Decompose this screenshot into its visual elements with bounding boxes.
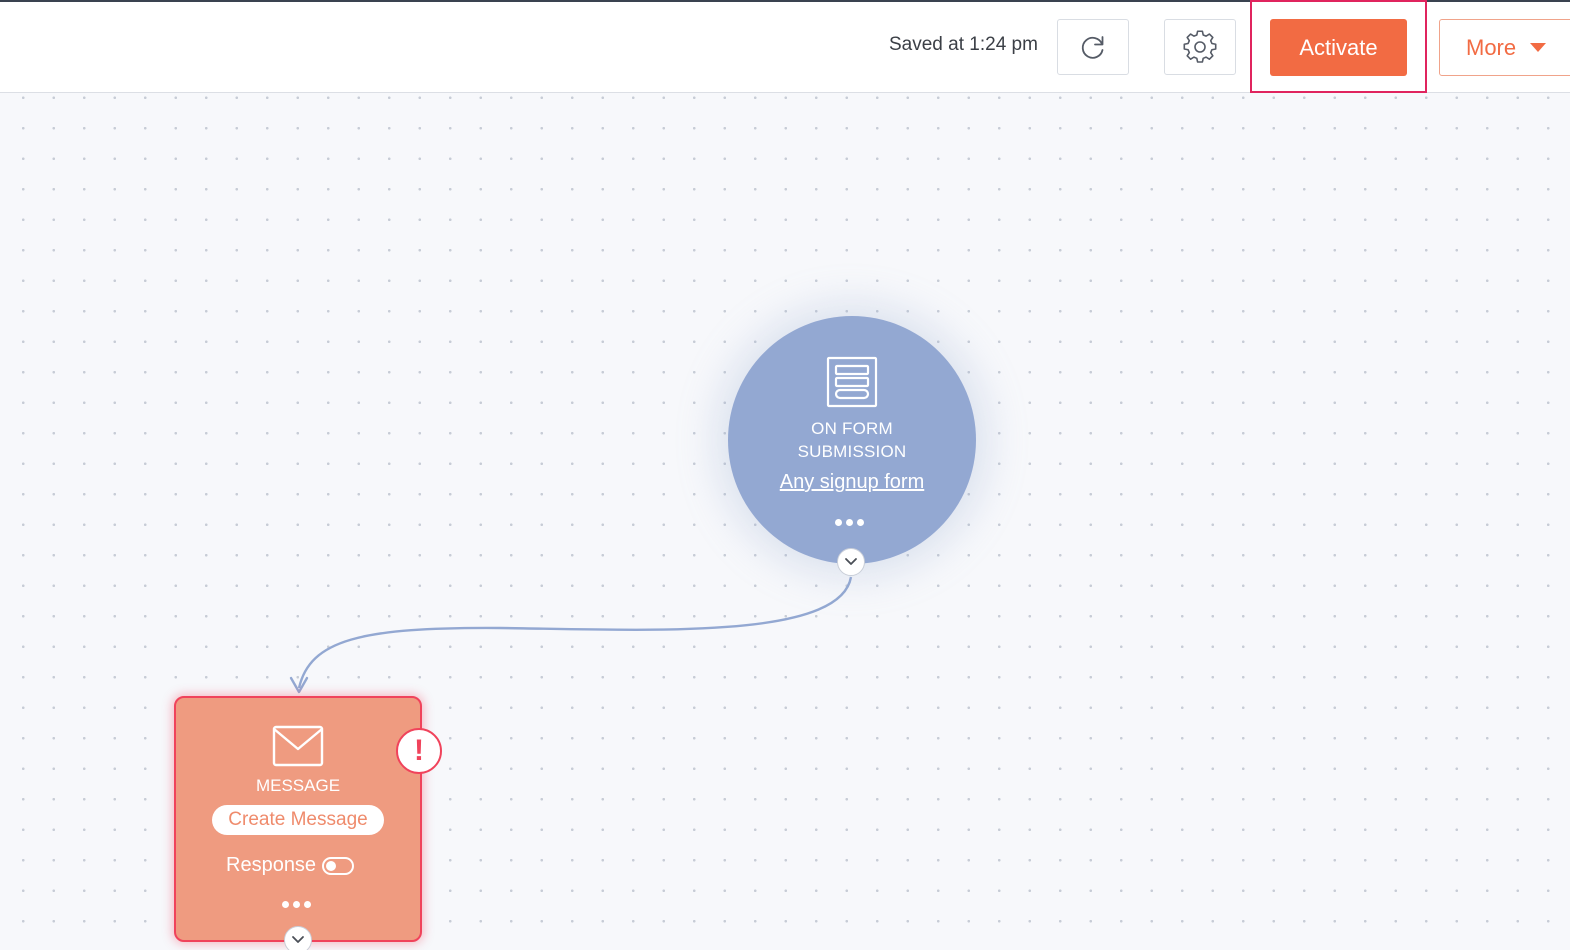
error-alert-icon[interactable]: ! (396, 728, 442, 774)
trigger-expand-button[interactable] (837, 548, 865, 576)
trigger-node[interactable]: ON FORM SUBMISSION Any signup form (728, 316, 976, 564)
more-label: More (1466, 34, 1517, 60)
form-icon (826, 356, 878, 408)
envelope-icon (272, 725, 324, 767)
refresh-icon (1081, 36, 1104, 59)
saved-status: Saved at 1:24 pm (889, 34, 1038, 55)
response-toggle[interactable] (322, 856, 355, 875)
chevron-down-icon (292, 936, 304, 943)
activate-highlight-frame (1250, 0, 1427, 93)
message-expand-button[interactable] (284, 926, 312, 950)
caret-down-icon (1530, 43, 1547, 52)
trigger-title: ON FORM SUBMISSION (797, 419, 907, 461)
message-title: MESSAGE (255, 776, 341, 795)
settings-button[interactable] (1164, 19, 1236, 75)
gear-icon (1183, 30, 1217, 63)
message-more-options-icon[interactable] (282, 901, 311, 908)
refresh-button[interactable] (1057, 19, 1129, 75)
trigger-more-options-icon[interactable] (835, 519, 864, 526)
response-label: Response (226, 854, 317, 876)
message-node[interactable]: MESSAGE Create Message Response (174, 696, 422, 942)
more-dropdown-button[interactable]: More (1439, 19, 1570, 76)
signup-form-link[interactable]: Any signup form (728, 471, 976, 494)
toggle-knob (326, 860, 337, 871)
workflow-editor: Saved at 1:24 pm Activate More ON FORM S… (0, 0, 1570, 950)
chevron-down-icon (845, 558, 857, 565)
create-message-button[interactable]: Create Message (212, 805, 384, 835)
response-row: Response (226, 854, 355, 877)
